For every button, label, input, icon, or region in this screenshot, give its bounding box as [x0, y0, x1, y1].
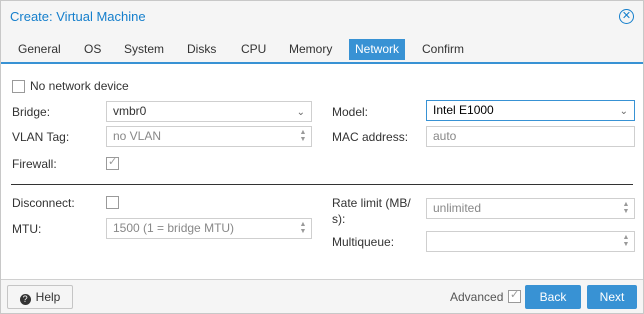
advanced-checkbox[interactable] [508, 288, 521, 303]
tab-network[interactable]: Network [349, 39, 405, 60]
close-icon[interactable]: ✕ [619, 9, 634, 24]
help-button[interactable]: ? Help [7, 285, 73, 309]
chevron-down-icon[interactable]: ⌄ [620, 102, 628, 121]
multiqueue-field[interactable]: ▲ ▼ [426, 231, 635, 252]
vlan-tag-value: no VLAN [113, 129, 162, 143]
tab-cpu[interactable]: CPU [235, 39, 272, 60]
advanced-label: Advanced [450, 290, 504, 304]
multiqueue-label: Multiqueue: [332, 235, 395, 249]
dialog-title: Create: Virtual Machine [10, 9, 146, 24]
tab-system[interactable]: System [118, 39, 170, 60]
mac-address-value: auto [433, 129, 457, 143]
model-select[interactable]: Intel E1000 ⌄ [426, 100, 635, 121]
tab-confirm[interactable]: Confirm [416, 39, 470, 60]
tab-os[interactable]: OS [78, 39, 107, 60]
bridge-label: Bridge: [12, 105, 51, 119]
section-divider [11, 184, 633, 185]
vlan-tag-field[interactable]: no VLAN ▲ ▼ [106, 126, 312, 147]
spinner-icon[interactable]: ▲ ▼ [299, 129, 307, 144]
rate-limit-field[interactable]: unlimited ▲ ▼ [426, 198, 635, 219]
dialog-footer: ? Help Advanced Back Next [1, 279, 643, 313]
tab-bar: General OS System Disks CPU Memory Netwo… [1, 33, 643, 63]
title-bar: Create: Virtual Machine ✕ [1, 1, 643, 33]
firewall-checkbox[interactable] [106, 155, 119, 170]
tab-memory[interactable]: Memory [283, 39, 338, 60]
rate-limit-value: unlimited [433, 201, 482, 215]
create-vm-dialog: Create: Virtual Machine ✕ General OS Sys… [0, 0, 644, 314]
vlan-tag-label: VLAN Tag: [12, 130, 70, 144]
chevron-down-icon[interactable]: ⌄ [297, 103, 305, 122]
mtu-field[interactable]: 1500 (1 = bridge MTU) ▲ ▼ [106, 218, 312, 239]
model-label: Model: [332, 105, 369, 119]
tab-disks[interactable]: Disks [181, 39, 222, 60]
disconnect-label: Disconnect: [12, 196, 75, 210]
spinner-icon[interactable]: ▲ ▼ [622, 234, 630, 249]
rate-limit-label-line2: s): [332, 212, 346, 226]
no-network-device-checkbox[interactable] [12, 80, 25, 93]
rate-limit-label-line1: Rate limit (MB/ [332, 196, 411, 210]
mac-address-label: MAC address: [332, 130, 409, 144]
firewall-label: Firewall: [12, 157, 57, 171]
back-button[interactable]: Back [525, 285, 581, 309]
spinner-icon[interactable]: ▲ ▼ [299, 221, 307, 236]
help-label: Help [35, 290, 61, 304]
bridge-value: vmbr0 [113, 104, 147, 118]
network-panel: No network device Bridge: vmbr0 ⌄ VLAN T… [1, 64, 643, 280]
tab-general[interactable]: General [12, 39, 67, 60]
model-value: Intel E1000 [433, 103, 494, 117]
no-network-device-label: No network device [30, 79, 129, 93]
bridge-select[interactable]: vmbr0 ⌄ [106, 101, 312, 122]
disconnect-checkbox[interactable] [106, 196, 119, 209]
next-button[interactable]: Next [587, 285, 637, 309]
mtu-label: MTU: [12, 222, 42, 236]
mac-address-field[interactable]: auto [426, 126, 635, 147]
question-icon: ? [19, 294, 31, 305]
spinner-icon[interactable]: ▲ ▼ [622, 201, 630, 216]
mtu-value: 1500 (1 = bridge MTU) [113, 221, 235, 235]
